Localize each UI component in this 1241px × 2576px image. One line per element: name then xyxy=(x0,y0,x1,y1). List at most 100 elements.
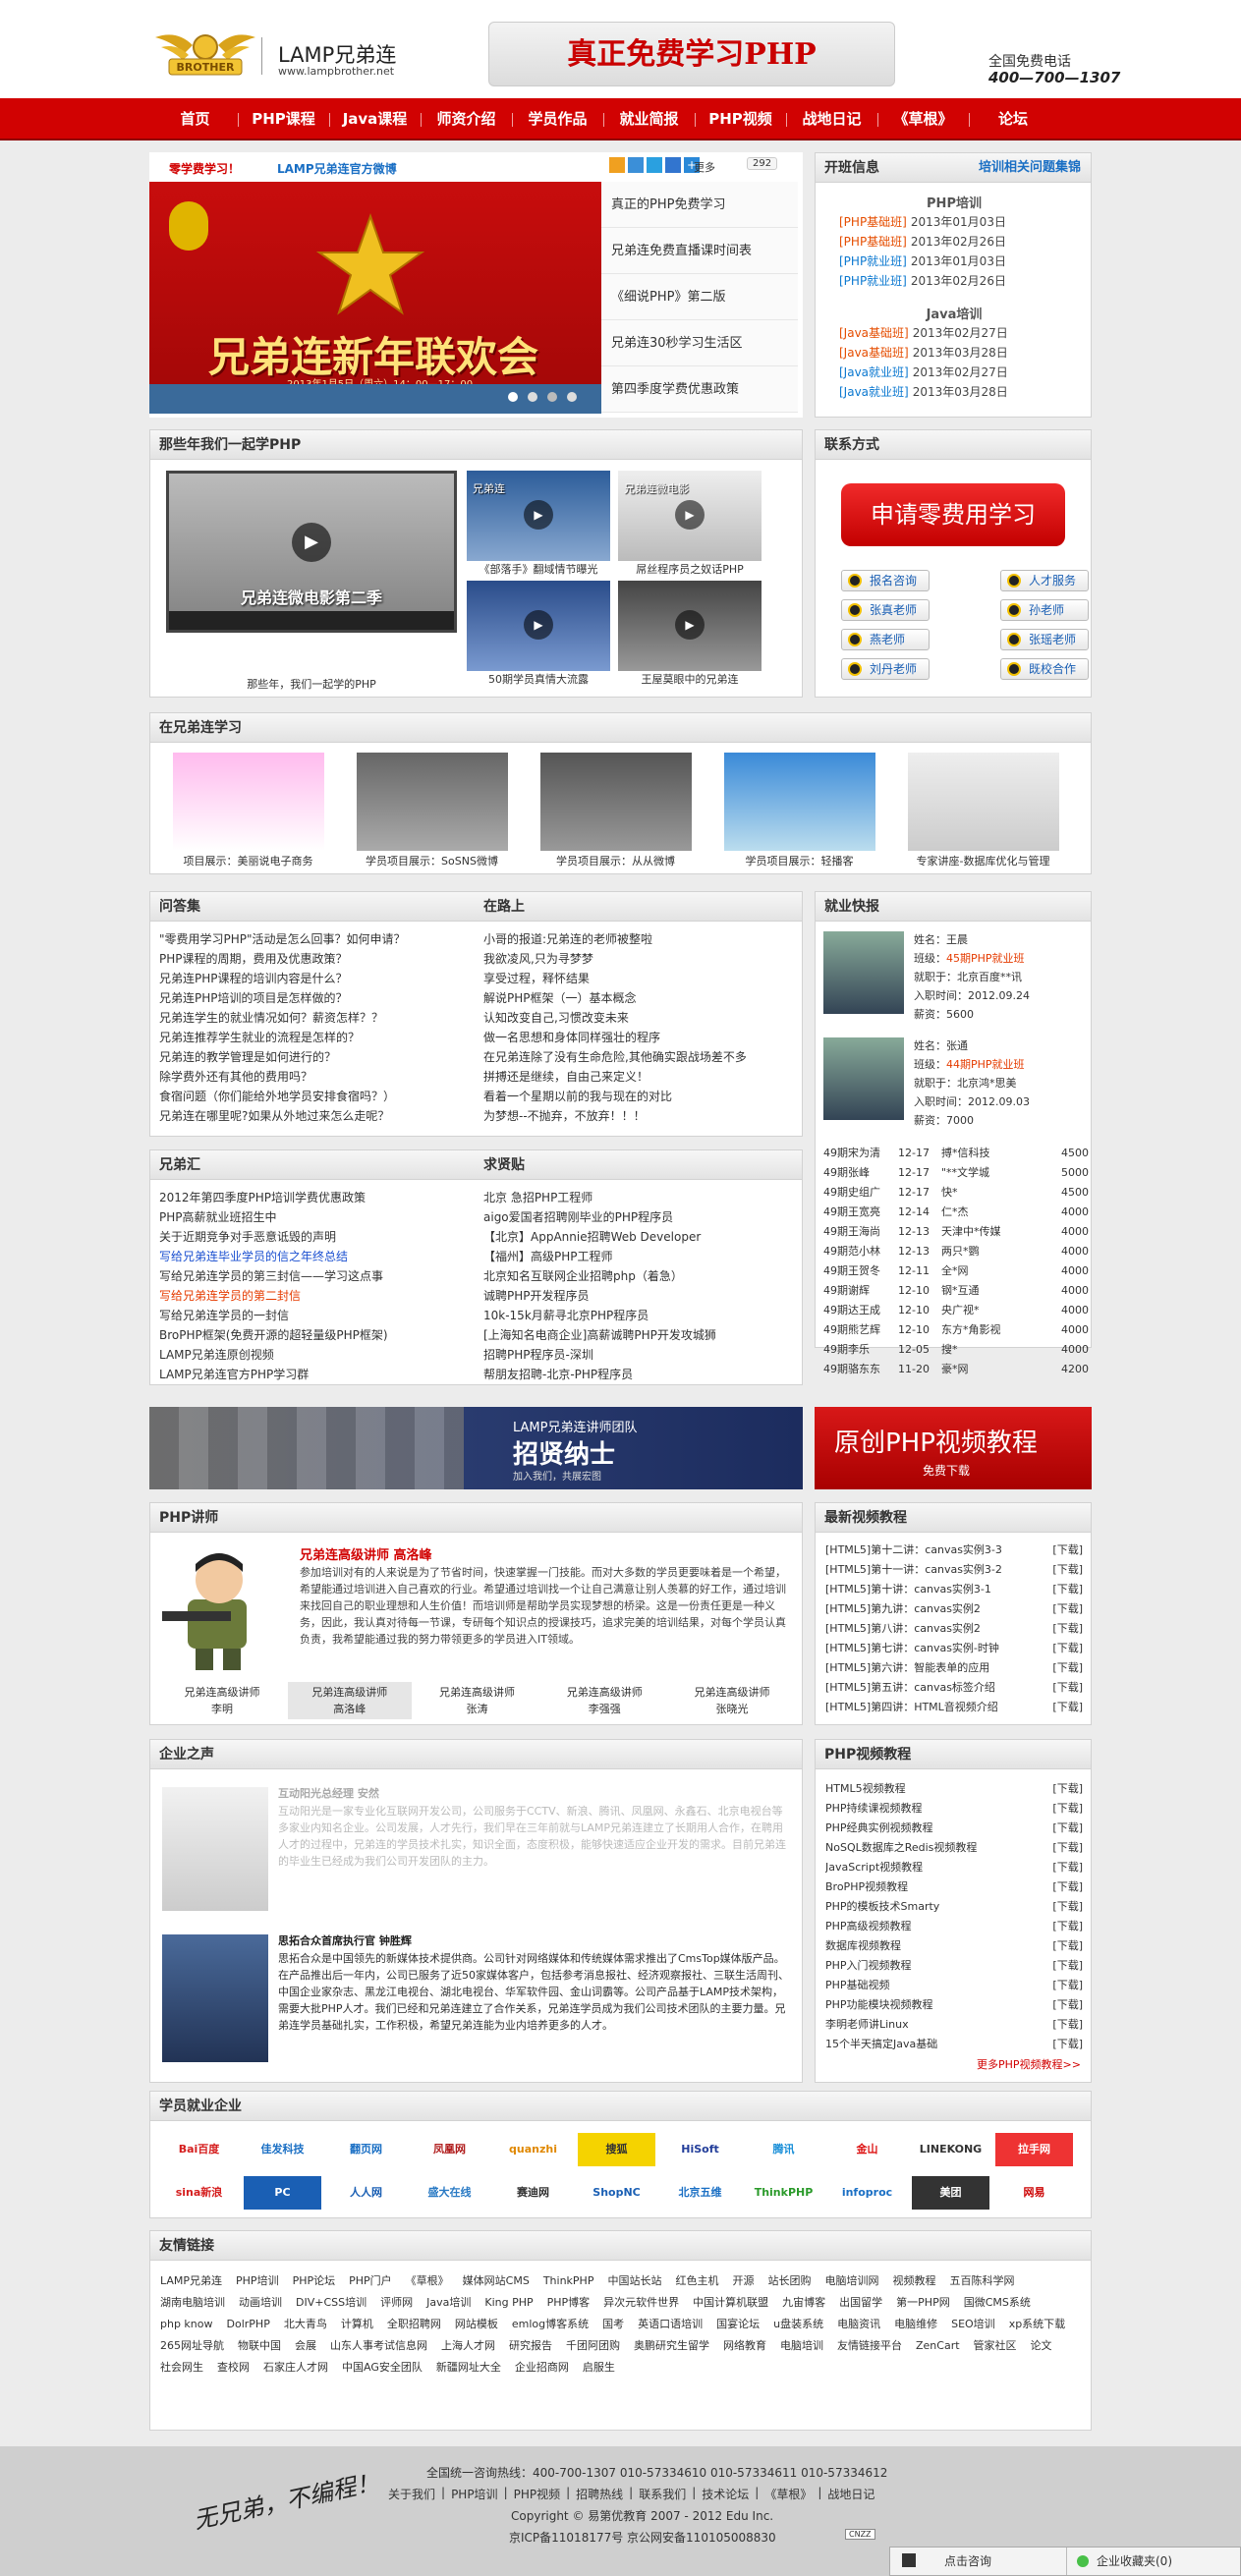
road-item[interactable]: 我欲凌风,只为寻梦梦 xyxy=(483,949,798,969)
brother-logo-icon[interactable]: BROTHER xyxy=(147,28,263,82)
friend-link[interactable]: ThinkPHP xyxy=(543,2270,594,2292)
download-link[interactable]: [下载] xyxy=(1052,1877,1083,1897)
favorites-button[interactable]: 企业收藏夹(0) xyxy=(1067,2548,1240,2575)
video-item[interactable]: HTML5视频教程 [下载] xyxy=(825,1779,1083,1799)
video-item[interactable]: NoSQL数据库之Redis视频教程 [下载] xyxy=(825,1838,1083,1858)
brothers-item[interactable]: LAMP兄弟连原创视频 xyxy=(159,1345,474,1365)
hiring-item[interactable]: 招聘PHP程序员-深圳 xyxy=(483,1345,798,1365)
friend-link[interactable]: 上海人才网 xyxy=(441,2335,495,2357)
video-item[interactable]: [HTML5]第六讲：智能表单的应用 [下载] xyxy=(825,1658,1083,1678)
video-thumb[interactable]: ▶ 50期学员真情大流露 xyxy=(467,581,610,689)
video-item[interactable]: [HTML5]第五讲：canvas标签介绍 [下载] xyxy=(825,1678,1083,1698)
cnzz-badge[interactable]: CNZZ xyxy=(845,2529,875,2540)
brothers-item[interactable]: BroPHP框架(免费开源的超轻量级PHP框架) xyxy=(159,1325,474,1345)
friend-link[interactable]: 九宙博客 xyxy=(782,2292,825,2314)
job-row[interactable]: 49期熊艺辉 12-10 东方*角影视 4000 xyxy=(823,1320,1089,1340)
friend-link[interactable]: DIV+CSS培训 xyxy=(296,2292,367,2314)
friend-link[interactable]: LAMP兄弟连 xyxy=(160,2270,222,2292)
faq-item[interactable]: 兄弟连学生的就业情况如何？薪资怎样？？ xyxy=(159,1008,474,1028)
video-item[interactable]: JavaScript视频教程 [下载] xyxy=(825,1858,1083,1877)
nav-item[interactable]: 战地日记 xyxy=(786,98,877,140)
footer-link[interactable]: PHP培训 xyxy=(451,2486,498,2502)
friend-link[interactable]: 红色主机 xyxy=(675,2270,718,2292)
footer-link[interactable]: 招聘热线 xyxy=(576,2486,623,2502)
video-item[interactable]: 李明老师讲Linux [下载] xyxy=(825,2015,1083,2035)
teacher-tab[interactable]: 兄弟连高级讲师 李强强 xyxy=(542,1682,666,1719)
class-row[interactable]: [Java基础班] 2013年02月27日 xyxy=(839,323,1008,343)
friend-link[interactable]: 奥鹏研究生留学 xyxy=(634,2335,709,2357)
download-link[interactable]: [下载] xyxy=(1052,1779,1083,1799)
class-row[interactable]: [PHP基础班] 2013年02月26日 xyxy=(839,232,1006,252)
more-videos-link[interactable]: 更多PHP视频教程>> xyxy=(977,2056,1081,2072)
friend-link[interactable]: ZenCart xyxy=(916,2335,960,2357)
friend-link[interactable]: 北大青鸟 xyxy=(284,2314,327,2335)
brothers-item[interactable]: 写给兄弟连学员的第二封信 xyxy=(159,1286,474,1306)
consult-button[interactable]: 点击咨询 xyxy=(890,2548,1067,2575)
qq-contact-button[interactable]: 张真老师 xyxy=(841,599,930,621)
nav-item[interactable]: 就业简报 xyxy=(603,98,695,140)
brothers-item[interactable]: 2012年第四季度PHP培训学费优惠政策 xyxy=(159,1188,474,1207)
study-item[interactable]: 学员项目展示：轻播客 xyxy=(713,753,885,870)
download-link[interactable]: [下载] xyxy=(1052,1956,1083,1976)
video-item[interactable]: 数据库视频教程 [下载] xyxy=(825,1936,1083,1956)
main-video-caption[interactable]: 那些年，我们一起学的PHP xyxy=(166,676,457,692)
play-icon[interactable]: ▶ xyxy=(524,500,553,530)
friend-link[interactable]: 会展 xyxy=(295,2335,316,2357)
download-link[interactable]: [下载] xyxy=(1052,1658,1083,1678)
nav-item[interactable]: Java课程 xyxy=(329,98,421,140)
qq-contact-button[interactable]: 刘丹老师 xyxy=(841,658,930,680)
friend-link[interactable]: u盘装系统 xyxy=(773,2314,823,2335)
teacher-tab[interactable]: 兄弟连高级讲师 李明 xyxy=(160,1682,284,1719)
friend-link[interactable]: 视频教程 xyxy=(892,2270,935,2292)
nav-item[interactable]: 论坛 xyxy=(969,98,1057,140)
hiring-item[interactable]: aigo爱国者招聘刚毕业的PHP程序员 xyxy=(483,1207,798,1227)
job-row[interactable]: 49期达王成 12-10 央广视* 4000 xyxy=(823,1301,1089,1320)
share-weibo-icon[interactable] xyxy=(628,157,644,173)
share-qzone-icon[interactable] xyxy=(609,157,625,173)
friend-link[interactable]: 中国AG安全团队 xyxy=(342,2357,423,2379)
video-item[interactable]: [HTML5]第七讲：canvas实例-时钟 [下载] xyxy=(825,1639,1083,1658)
employer-logo[interactable]: 搜狐 xyxy=(578,2133,655,2166)
nav-item[interactable]: PHP课程 xyxy=(238,98,329,140)
faq-item[interactable]: "零费用学习PHP"活动是怎么回事？如何申请？ xyxy=(159,929,474,949)
job-row[interactable]: 49期史组广 12-17 快* 4500 xyxy=(823,1183,1089,1203)
nav-item[interactable]: 师资介绍 xyxy=(421,98,512,140)
news-item[interactable]: 兄弟连免费直播课时间表 xyxy=(601,228,798,274)
footer-link[interactable]: 关于我们 xyxy=(388,2486,435,2502)
friend-link[interactable]: DolrPHP xyxy=(227,2314,270,2335)
friend-link[interactable]: 媒体网站CMS xyxy=(463,2270,530,2292)
weibo-link[interactable]: LAMP兄弟连官方微博 xyxy=(277,160,397,177)
faq-item[interactable]: 兄弟连在哪里呢?如果从外地过来怎么走呢？ xyxy=(159,1106,474,1126)
footer-link[interactable]: 联系我们 xyxy=(639,2486,686,2502)
nav-item[interactable]: 学员作品 xyxy=(512,98,603,140)
video-item[interactable]: [HTML5]第九讲：canvas实例2 [下载] xyxy=(825,1599,1083,1619)
video-item[interactable]: PHP经典实例视频教程 [下载] xyxy=(825,1819,1083,1838)
faq-link[interactable]: 培训相关问题集锦 xyxy=(979,153,1081,182)
employer-logo[interactable]: sina新浪 xyxy=(160,2176,238,2210)
download-link[interactable]: [下载] xyxy=(1052,1858,1083,1877)
download-link[interactable]: [下载] xyxy=(1052,1917,1083,1936)
friend-link[interactable]: 《草根》 xyxy=(406,2270,449,2292)
friend-link[interactable]: 论文 xyxy=(1031,2335,1052,2357)
employer-logo[interactable]: LINEKONG xyxy=(912,2133,989,2166)
video-thumb[interactable]: ▶ 兄弟连微电影 屌丝程序员之奴话PHP xyxy=(618,471,762,579)
class-row[interactable]: [PHP就业班] 2013年02月26日 xyxy=(839,271,1006,291)
friend-link[interactable]: 电脑维修 xyxy=(894,2314,937,2335)
friend-link[interactable]: SEO培训 xyxy=(951,2314,995,2335)
friend-link[interactable]: PHP论坛 xyxy=(293,2270,336,2292)
study-item[interactable]: 学员项目展示：SoSNS微博 xyxy=(346,753,518,870)
download-link[interactable]: [下载] xyxy=(1052,1897,1083,1917)
brothers-item[interactable]: 写给兄弟连学员的第三封信——学习这点事 xyxy=(159,1266,474,1286)
video-item[interactable]: PHP功能模块视频教程 [下载] xyxy=(825,1995,1083,2015)
friend-link[interactable]: PHP门户 xyxy=(349,2270,392,2292)
job-row[interactable]: 49期王贺冬 12-11 全*网 4000 xyxy=(823,1261,1089,1281)
friend-link[interactable]: King PHP xyxy=(484,2292,533,2314)
video-item[interactable]: BroPHP视频教程 [下载] xyxy=(825,1877,1083,1897)
friend-link[interactable]: 国考 xyxy=(602,2314,624,2335)
faq-item[interactable]: 兄弟连推荐学生就业的流程是怎样的？ xyxy=(159,1028,474,1047)
friend-link[interactable]: 英语口语培训 xyxy=(638,2314,703,2335)
brothers-item[interactable]: LAMP兄弟连官方PHP学习群 xyxy=(159,1365,474,1384)
teacher-tab[interactable]: 兄弟连高级讲师 张晓光 xyxy=(670,1682,794,1719)
hiring-item[interactable]: 帮朋友招聘-北京-PHP程序员 xyxy=(483,1365,798,1384)
play-icon[interactable]: ▶ xyxy=(675,500,705,530)
